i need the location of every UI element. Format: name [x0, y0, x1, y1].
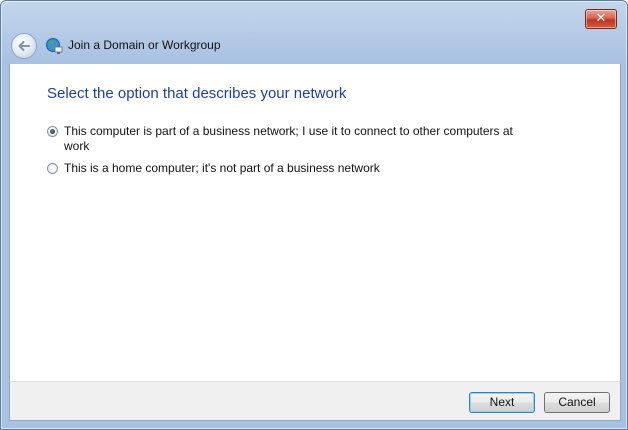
option-business-network-label[interactable]: This computer is part of a business netw…: [64, 124, 524, 154]
next-button[interactable]: Next: [469, 392, 535, 413]
close-icon: ✕: [595, 11, 607, 26]
dialog-window: ✕ Join a Domain or Workgroup Select the …: [0, 0, 628, 430]
content-panel: Select the option that describes your ne…: [9, 64, 621, 381]
page-heading: Select the option that describes your ne…: [47, 85, 347, 102]
close-button[interactable]: ✕: [585, 9, 617, 29]
cancel-button[interactable]: Cancel: [544, 392, 610, 413]
footer-bar: Next Cancel: [9, 381, 621, 421]
option-home-computer-label[interactable]: This is a home computer; it's not part o…: [64, 161, 524, 176]
radio-home-computer[interactable]: [47, 163, 58, 174]
wizard-title: Join a Domain or Workgroup: [68, 38, 221, 52]
network-globe-icon: [46, 38, 63, 54]
back-button[interactable]: [11, 33, 37, 59]
radio-business-network[interactable]: [47, 126, 58, 137]
back-arrow-icon: [18, 41, 30, 51]
